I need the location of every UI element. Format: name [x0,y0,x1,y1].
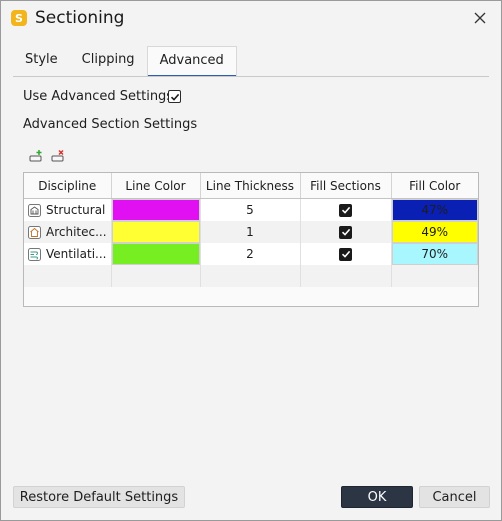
use-advanced-checkbox[interactable] [168,90,181,103]
line-thickness-cell[interactable]: 1 [200,221,301,243]
title-bar: S Sectioning [1,1,501,39]
line-color-swatch[interactable] [111,243,200,265]
tab-style[interactable]: Style [13,46,70,76]
fill-color-cell[interactable]: 49% [391,221,478,243]
line-color-cell[interactable] [111,198,201,221]
header-discipline[interactable]: Discipline [24,173,112,199]
fill-percent: 70% [421,247,449,261]
remove-row-icon [51,149,64,162]
restore-defaults-button[interactable]: Restore Default Settings [13,486,185,508]
use-advanced-label: Use Advanced Settings [23,89,174,104]
discipline-name: Architec... [46,225,107,239]
tab-bar: Style Clipping Advanced [13,46,237,77]
fill-sections-checkbox[interactable] [339,203,352,217]
line-color-swatch[interactable] [111,199,200,221]
header-fill-color[interactable]: Fill Color [391,173,478,199]
tab-clipping[interactable]: Clipping [70,46,147,76]
line-color-swatch[interactable] [111,221,200,243]
line-color-cell[interactable] [111,243,201,265]
discipline-cell[interactable]: Architec... [24,221,112,243]
fill-color-cell[interactable]: 70% [391,243,478,265]
close-icon [474,12,486,24]
fill-color-swatch[interactable]: 49% [391,221,478,243]
line-thickness-cell[interactable]: 5 [200,198,301,221]
dialog-title: Sectioning [35,8,125,28]
fill-sections-checkbox[interactable] [339,225,352,239]
sectioning-dialog: S Sectioning Style Clipping Advanced Use… [0,0,502,521]
checkmark-icon [341,228,350,236]
fill-sections-cell[interactable] [300,243,392,265]
table-row[interactable]: Ventilati... 2 70% [24,243,478,265]
section-settings-label: Advanced Section Settings [23,117,198,132]
ventilation-icon [28,247,41,261]
fill-percent: 47% [421,203,449,217]
header-fill-sections[interactable]: Fill Sections [300,173,392,199]
checkmark-icon [170,93,179,101]
add-row-icon [29,150,42,162]
discipline-name: Structural [46,203,106,217]
add-row-button[interactable] [29,148,43,162]
line-thickness-cell[interactable]: 2 [200,243,301,265]
remove-row-button[interactable] [51,148,65,162]
fill-percent: 49% [421,225,449,239]
table-row[interactable]: Architec... 1 49% [24,221,478,243]
ok-button[interactable]: OK [341,486,413,508]
close-button[interactable] [469,7,491,29]
line-color-cell[interactable] [111,221,201,243]
discipline-cell[interactable]: Ventilati... [24,243,112,265]
fill-sections-checkbox[interactable] [339,247,352,261]
cancel-button[interactable]: Cancel [419,486,490,508]
table-row[interactable]: Structural 5 47% [24,198,478,221]
architecture-icon [28,225,41,239]
discipline-cell[interactable]: Structural [24,198,112,221]
fill-sections-cell[interactable] [300,198,392,221]
checkmark-icon [341,206,350,214]
section-settings-table: Discipline Line Color Line Thickness Fil… [23,172,479,307]
empty-row [24,265,478,287]
discipline-name: Ventilati... [46,247,107,261]
header-line-color[interactable]: Line Color [111,173,201,199]
app-icon: S [11,10,27,26]
fill-color-cell[interactable]: 47% [391,198,478,221]
structural-icon [28,203,41,217]
row-toolbar [29,148,65,162]
tab-advanced[interactable]: Advanced [146,46,237,77]
tab-divider [13,76,489,77]
header-line-thickness[interactable]: Line Thickness [200,173,301,199]
fill-color-swatch[interactable]: 47% [391,199,478,221]
fill-color-swatch[interactable]: 70% [391,243,478,265]
checkmark-icon [341,250,350,258]
fill-sections-cell[interactable] [300,221,392,243]
